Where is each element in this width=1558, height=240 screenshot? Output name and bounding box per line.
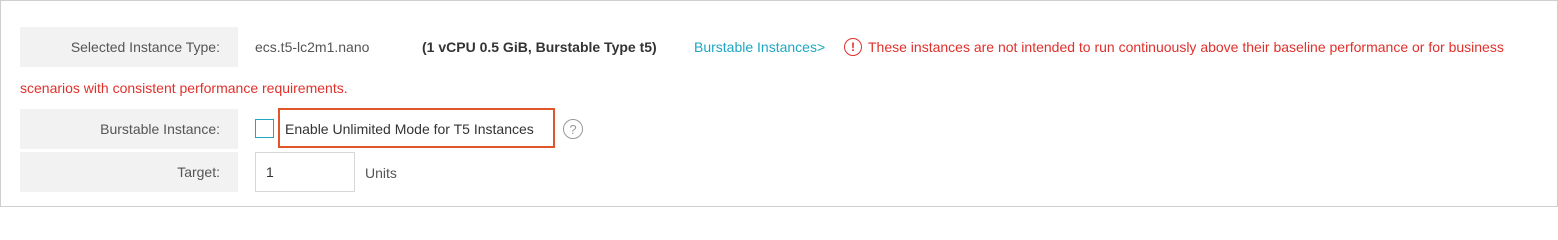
help-icon[interactable]: ? (563, 119, 583, 139)
burstable-instances-link[interactable]: Burstable Instances> (694, 39, 825, 55)
warning-text: These instances are not intended to run … (868, 39, 1504, 55)
instance-config-panel: Selected Instance Type: ecs.t5-lc2m1.nan… (0, 0, 1558, 207)
unlimited-mode-label[interactable]: Enable Unlimited Mode for T5 Instances (285, 121, 534, 137)
units-label: Units (365, 165, 397, 181)
instance-spec: (1 vCPU 0.5 GiB, Burstable Type t5) (422, 39, 657, 55)
burstable-instance-label: Burstable Instance: (20, 109, 238, 149)
selected-instance-type-label: Selected Instance Type: (20, 27, 238, 67)
unlimited-mode-checkbox[interactable] (255, 119, 274, 138)
warning-text-continued: scenarios with consistent performance re… (20, 80, 348, 96)
instance-type-value: ecs.t5-lc2m1.nano (255, 39, 370, 55)
warning-icon: ! (844, 38, 862, 56)
target-quantity-input[interactable] (255, 152, 355, 192)
target-label: Target: (20, 152, 238, 192)
